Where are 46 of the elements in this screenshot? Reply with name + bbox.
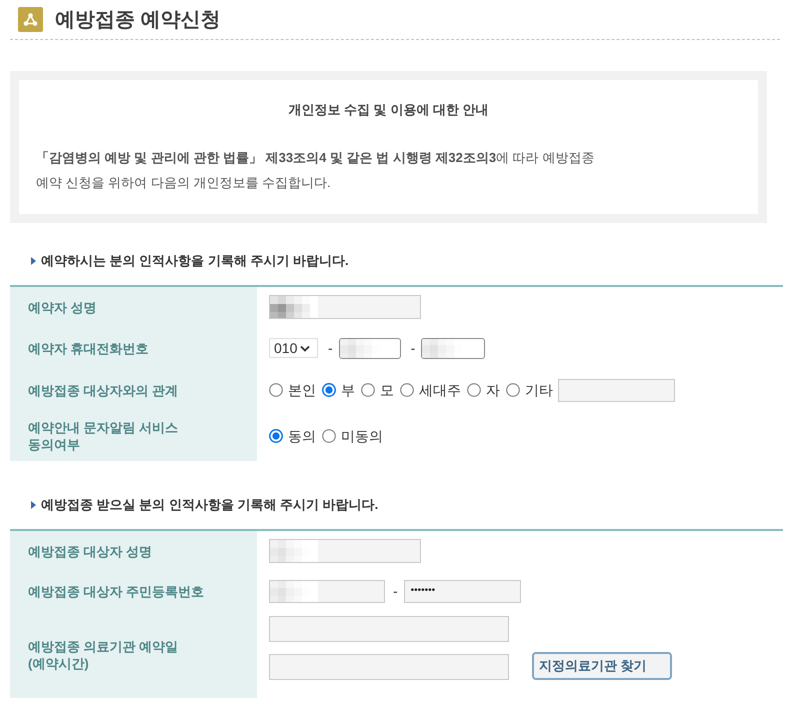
radio-button[interactable]: [322, 383, 336, 397]
separator-text: -: [393, 582, 398, 600]
separator-text: -: [410, 338, 416, 358]
phone-input-field[interactable]: [338, 338, 401, 358]
radio-button[interactable]: [269, 429, 283, 443]
option-label[interactable]: 자: [486, 381, 500, 399]
other-input-field[interactable]: [558, 378, 675, 402]
find-clinic-button[interactable]: 지정의료기관 찾기: [532, 652, 672, 680]
radio-button[interactable]: [269, 383, 283, 397]
label-cell: 예방접종 대상자와의 관계: [10, 369, 257, 411]
triangle-bullet-icon: [31, 501, 36, 509]
time-input-field[interactable]: [269, 654, 509, 680]
radio-button[interactable]: [361, 383, 375, 397]
option-label[interactable]: 세대주: [419, 381, 461, 399]
id-front-input-field[interactable]: [269, 580, 385, 602]
option-label[interactable]: 모: [380, 381, 394, 399]
label-cell: 예방접종 대상자 주민등록번호: [10, 571, 257, 611]
page-title: 예방접종 예약신청: [55, 8, 221, 32]
password-input-field[interactable]: •••••••: [404, 580, 521, 602]
label-cell: 예방접종 대상자 성명: [10, 531, 257, 571]
section-heading: 예약하시는 분의 인적사항을 기록해 주시기 바랍니다.: [41, 252, 349, 270]
option-label[interactable]: 부: [341, 381, 355, 399]
notice-title: 개인정보 수집 및 이용에 대한 안내: [287, 101, 490, 119]
name-input-field[interactable]: [269, 539, 421, 563]
radio-button[interactable]: [506, 383, 520, 397]
option-label[interactable]: 본인: [288, 381, 316, 399]
label-cell: 예약안내 문자알림 서비스 동의여부: [10, 411, 257, 461]
label-cell: 예약자 성명: [10, 287, 257, 327]
nodes-icon: [18, 7, 43, 32]
option-label[interactable]: 미동의: [341, 427, 383, 445]
radio-button[interactable]: [467, 383, 481, 397]
area-code-select[interactable]: 010: [269, 338, 318, 358]
radio-button[interactable]: [322, 429, 336, 443]
radio-button[interactable]: [400, 383, 414, 397]
date-input-field[interactable]: [269, 616, 509, 642]
chevron-down-icon: [300, 344, 310, 352]
option-label[interactable]: 동의: [288, 427, 316, 445]
separator-text: -: [328, 338, 333, 358]
triangle-bullet-icon: [31, 257, 36, 265]
section-heading: 예방접종 받으실 분의 인적사항을 기록해 주시기 바랍니다.: [41, 496, 378, 514]
name-input-field[interactable]: [269, 295, 421, 319]
notice-text: 「감염병의 예방 및 관리에 관한 법률」 제33조의4 및 같은 법 시행령 제32조의3에 따라 예방접종 예약 신청을 위하여 다음의 개인정보를 수집합니다.: [36, 149, 596, 192]
label-cell: 예방접종 의료기관 예약일 (예약시간): [10, 611, 257, 698]
option-label[interactable]: 기타: [525, 381, 553, 399]
label-cell: 예약자 휴대전화번호: [10, 327, 257, 369]
phone-input-field[interactable]: [421, 338, 486, 358]
